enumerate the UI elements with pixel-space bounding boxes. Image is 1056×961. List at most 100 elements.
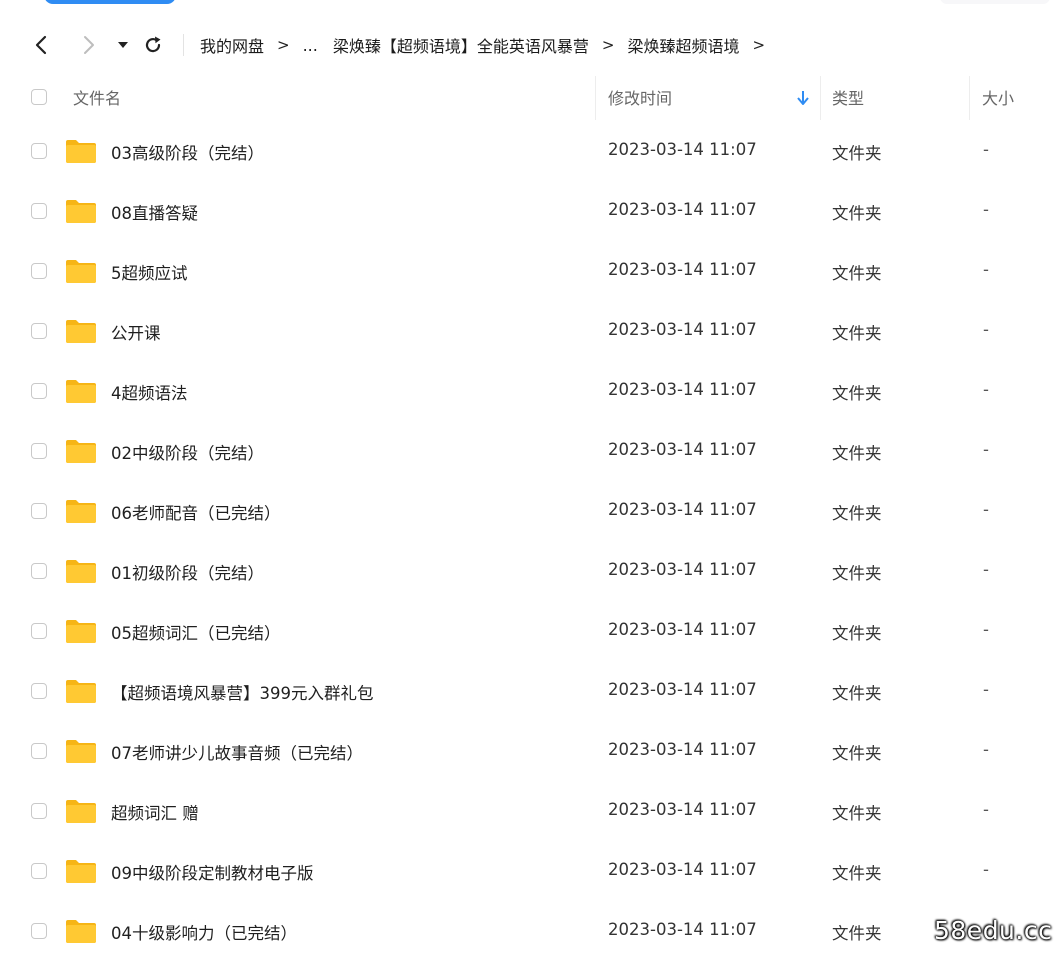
file-size: - xyxy=(983,860,989,879)
breadcrumb-separator: > xyxy=(752,36,766,54)
column-header-name[interactable]: 文件名 xyxy=(73,85,121,109)
file-size: - xyxy=(983,500,989,519)
select-all-checkbox[interactable] xyxy=(31,89,47,105)
breadcrumb-item-course[interactable]: 梁焕臻【超频语境】全能英语风暴营 xyxy=(333,33,589,57)
file-modified-time: 2023-03-14 11:07 xyxy=(608,560,757,579)
file-row[interactable]: 06老师配音（已完结） 2023-03-14 11:07 文件夹 - xyxy=(0,482,1056,542)
column-divider[interactable] xyxy=(595,76,596,120)
file-row[interactable]: 02中级阶段（完结） 2023-03-14 11:07 文件夹 - xyxy=(0,422,1056,482)
file-row[interactable]: 超频词汇 赠 2023-03-14 11:07 文件夹 - xyxy=(0,782,1056,842)
file-size: - xyxy=(983,800,989,819)
file-modified-time: 2023-03-14 11:07 xyxy=(608,800,757,819)
file-name[interactable]: 05超频词汇（已完结） xyxy=(111,620,281,644)
file-name[interactable]: 4超频语法 xyxy=(111,380,188,404)
column-header-type[interactable]: 类型 xyxy=(832,85,864,109)
file-size: - xyxy=(983,140,989,159)
file-modified-time: 2023-03-14 11:07 xyxy=(608,200,757,219)
sort-descending-icon[interactable] xyxy=(796,89,810,107)
file-type: 文件夹 xyxy=(832,264,882,283)
file-row[interactable]: 07老师讲少儿故事音频（已完结） 2023-03-14 11:07 文件夹 - xyxy=(0,722,1056,782)
folder-icon xyxy=(66,920,96,943)
breadcrumb-item-root[interactable]: 我的网盘 xyxy=(200,33,264,57)
refresh-icon xyxy=(145,36,161,53)
file-modified-time: 2023-03-14 11:07 xyxy=(608,320,757,339)
file-name[interactable]: 04十级影响力（已完结） xyxy=(111,920,297,944)
file-name[interactable]: 02中级阶段（完结） xyxy=(111,440,264,464)
chevron-left-icon xyxy=(35,35,47,55)
breadcrumb-ellipsis[interactable]: ... xyxy=(303,36,318,55)
file-size: - xyxy=(983,560,989,579)
file-modified-time: 2023-03-14 11:07 xyxy=(608,140,757,159)
file-name[interactable]: 01初级阶段（完结） xyxy=(111,560,264,584)
file-name[interactable]: 5超频应试 xyxy=(111,260,188,284)
column-divider[interactable] xyxy=(820,76,821,120)
history-dropdown-button[interactable] xyxy=(110,32,136,58)
file-name[interactable]: 08直播答疑 xyxy=(111,200,198,224)
file-modified-time: 2023-03-14 11:07 xyxy=(608,680,757,699)
file-row[interactable]: 公开课 2023-03-14 11:07 文件夹 - xyxy=(0,302,1056,362)
row-checkbox[interactable] xyxy=(31,743,47,759)
file-name[interactable]: 06老师配音（已完结） xyxy=(111,500,281,524)
row-checkbox[interactable] xyxy=(31,143,47,159)
row-checkbox[interactable] xyxy=(31,203,47,219)
file-row[interactable]: 08直播答疑 2023-03-14 11:07 文件夹 - xyxy=(0,182,1056,242)
file-row[interactable]: 5超频应试 2023-03-14 11:07 文件夹 - xyxy=(0,242,1056,302)
file-type: 文件夹 xyxy=(832,444,882,463)
file-size: - xyxy=(983,380,989,399)
file-name[interactable]: 07老师讲少儿故事音频（已完结） xyxy=(111,740,363,764)
back-button[interactable] xyxy=(28,32,54,58)
file-type: 文件夹 xyxy=(832,144,882,163)
watermark-text: 58edu.cc xyxy=(934,916,1053,945)
file-row[interactable]: 09中级阶段定制教材电子版 2023-03-14 11:07 文件夹 - xyxy=(0,842,1056,902)
row-checkbox[interactable] xyxy=(31,563,47,579)
folder-icon xyxy=(66,680,96,703)
file-type: 文件夹 xyxy=(832,804,882,823)
file-modified-time: 2023-03-14 11:07 xyxy=(608,500,757,519)
folder-icon xyxy=(66,140,96,163)
folder-icon xyxy=(66,560,96,583)
column-header-modified[interactable]: 修改时间 xyxy=(608,85,672,109)
toolbar: 我的网盘 > ... 梁焕臻【超频语境】全能英语风暴营 > 梁焕臻超频语境 > xyxy=(0,24,1056,66)
folder-icon xyxy=(66,320,96,343)
row-checkbox[interactable] xyxy=(31,263,47,279)
file-row[interactable]: 01初级阶段（完结） 2023-03-14 11:07 文件夹 - xyxy=(0,542,1056,602)
top-right-field[interactable] xyxy=(940,0,1050,4)
file-name[interactable]: 03高级阶段（完结） xyxy=(111,140,264,164)
file-list: 03高级阶段（完结） 2023-03-14 11:07 文件夹 - 08直播答疑… xyxy=(0,122,1056,961)
file-size: - xyxy=(983,680,989,699)
column-header-size[interactable]: 大小 xyxy=(982,85,1014,109)
file-modified-time: 2023-03-14 11:07 xyxy=(608,740,757,759)
file-type: 文件夹 xyxy=(832,324,882,343)
row-checkbox[interactable] xyxy=(31,923,47,939)
row-checkbox[interactable] xyxy=(31,803,47,819)
row-checkbox[interactable] xyxy=(31,443,47,459)
breadcrumb-separator: > xyxy=(601,36,615,54)
file-modified-time: 2023-03-14 11:07 xyxy=(608,920,757,939)
file-row[interactable]: 05超频词汇（已完结） 2023-03-14 11:07 文件夹 - xyxy=(0,602,1056,662)
row-checkbox[interactable] xyxy=(31,623,47,639)
column-divider[interactable] xyxy=(969,76,970,120)
file-row[interactable]: 03高级阶段（完结） 2023-03-14 11:07 文件夹 - xyxy=(0,122,1056,182)
file-name[interactable]: 公开课 xyxy=(111,320,161,344)
breadcrumb-item-current[interactable]: 梁焕臻超频语境 xyxy=(627,33,739,57)
row-checkbox[interactable] xyxy=(31,683,47,699)
folder-icon xyxy=(66,860,96,883)
file-name[interactable]: 09中级阶段定制教材电子版 xyxy=(111,860,314,884)
forward-button[interactable] xyxy=(76,32,102,58)
file-modified-time: 2023-03-14 11:07 xyxy=(608,620,757,639)
file-row[interactable]: 4超频语法 2023-03-14 11:07 文件夹 - xyxy=(0,362,1056,422)
file-name[interactable]: 超频词汇 赠 xyxy=(111,800,199,824)
row-checkbox[interactable] xyxy=(31,863,47,879)
file-type: 文件夹 xyxy=(832,384,882,403)
breadcrumb: 我的网盘 > ... 梁焕臻【超频语境】全能英语风暴营 > 梁焕臻超频语境 > xyxy=(200,33,778,57)
file-row[interactable]: 04十级影响力（已完结） 2023-03-14 11:07 文件夹 - xyxy=(0,902,1056,961)
row-checkbox[interactable] xyxy=(31,503,47,519)
refresh-button[interactable] xyxy=(140,32,166,58)
row-checkbox[interactable] xyxy=(31,323,47,339)
file-type: 文件夹 xyxy=(832,624,882,643)
file-name[interactable]: 【超频语境风暴营】399元入群礼包 xyxy=(111,680,374,704)
row-checkbox[interactable] xyxy=(31,383,47,399)
file-row[interactable]: 【超频语境风暴营】399元入群礼包 2023-03-14 11:07 文件夹 - xyxy=(0,662,1056,722)
file-type: 文件夹 xyxy=(832,744,882,763)
top-action-button[interactable] xyxy=(44,0,176,4)
